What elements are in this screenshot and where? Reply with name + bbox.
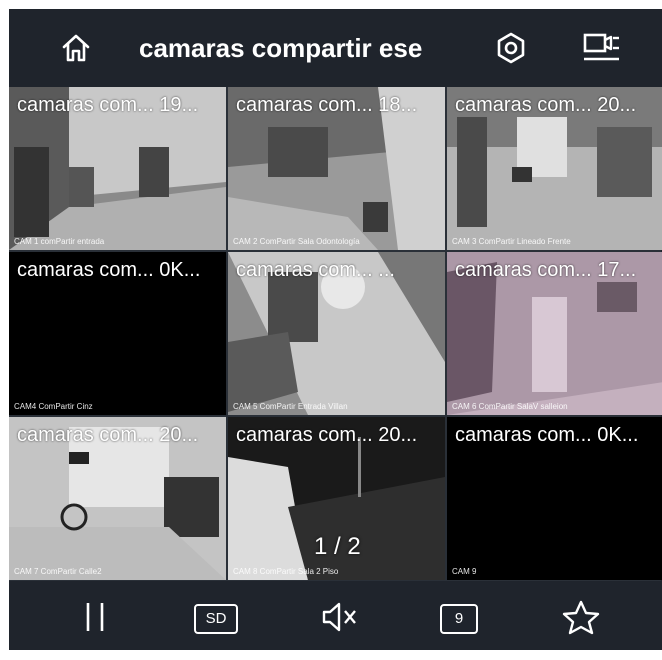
home-icon[interactable] (59, 31, 93, 65)
camera-label: CAM 8 ComPartir Sala 2 Piso (233, 567, 339, 576)
camera-name: camaras com... 20... (17, 424, 199, 446)
speaker-mute-icon[interactable] (320, 599, 360, 635)
camera-tile[interactable]: camaras com... 17... CAM 6 ComPartir Sal… (447, 252, 662, 415)
record-list-icon[interactable] (582, 31, 622, 65)
page-title: camaras compartir ese (139, 33, 423, 63)
app-frame: camaras compartir ese camaras com... 19.… (9, 9, 662, 650)
camera-name: camaras com... 0K... (455, 424, 639, 446)
camera-tile[interactable]: camaras com... ... CAM 5 ComPartir Entra… (228, 252, 445, 415)
camera-name: camaras com... 18... (236, 94, 418, 116)
camera-label: CAM4 ComPartir Cinz (14, 402, 93, 411)
bottom-toolbar: SD 9 (9, 581, 662, 650)
camera-tile[interactable]: camaras com... 20... CAM 7 ComPartir Cal… (9, 417, 226, 580)
camera-tile[interactable]: camaras com... 18... CAM 2 ComPartir Sal… (228, 87, 445, 250)
camera-label: CAM 6 ComPartir SalaV salleion (452, 402, 568, 411)
camera-label: CAM 3 ComPartir Lineado Frente (452, 237, 571, 246)
camera-grid: camaras com... 19... CAM 1 comPartir ent… (9, 87, 662, 581)
top-bar: camaras compartir ese (9, 9, 662, 87)
star-icon[interactable] (561, 599, 601, 635)
camera-tile[interactable]: camaras com... 20... CAM 3 ComPartir Lin… (447, 87, 662, 250)
camera-name: camaras com... ... (236, 259, 395, 281)
camera-name: camaras com... 20... (236, 424, 418, 446)
camera-label: CAM 7 ComPartir Calle2 (14, 567, 102, 576)
pause-icon[interactable] (75, 599, 115, 635)
camera-name: camaras com... 20... (455, 94, 637, 116)
camera-name: camaras com... 17... (455, 259, 637, 281)
quality-button[interactable]: SD (194, 604, 238, 634)
camera-label: CAM 9 (452, 567, 477, 576)
settings-icon[interactable] (494, 31, 528, 65)
camera-name: camaras com... 19... (17, 94, 199, 116)
camera-label: CAM 1 comPartir entrada (14, 237, 105, 246)
camera-label: CAM 2 ComPartir Sala Odontología (233, 237, 360, 246)
page-indicator: 1 / 2 (314, 533, 361, 560)
camera-tile[interactable]: camaras com... 19... CAM 1 comPartir ent… (9, 87, 226, 250)
camera-tile[interactable]: camaras com... 0K... CAM 9 (447, 417, 662, 580)
camera-tile[interactable]: camaras com... 0K... CAM4 ComPartir Cinz (9, 252, 226, 415)
camera-label: CAM 5 ComPartir Entrada Villan (233, 402, 348, 411)
camera-name: camaras com... 0K... (17, 259, 201, 281)
layout-button[interactable]: 9 (440, 604, 478, 634)
